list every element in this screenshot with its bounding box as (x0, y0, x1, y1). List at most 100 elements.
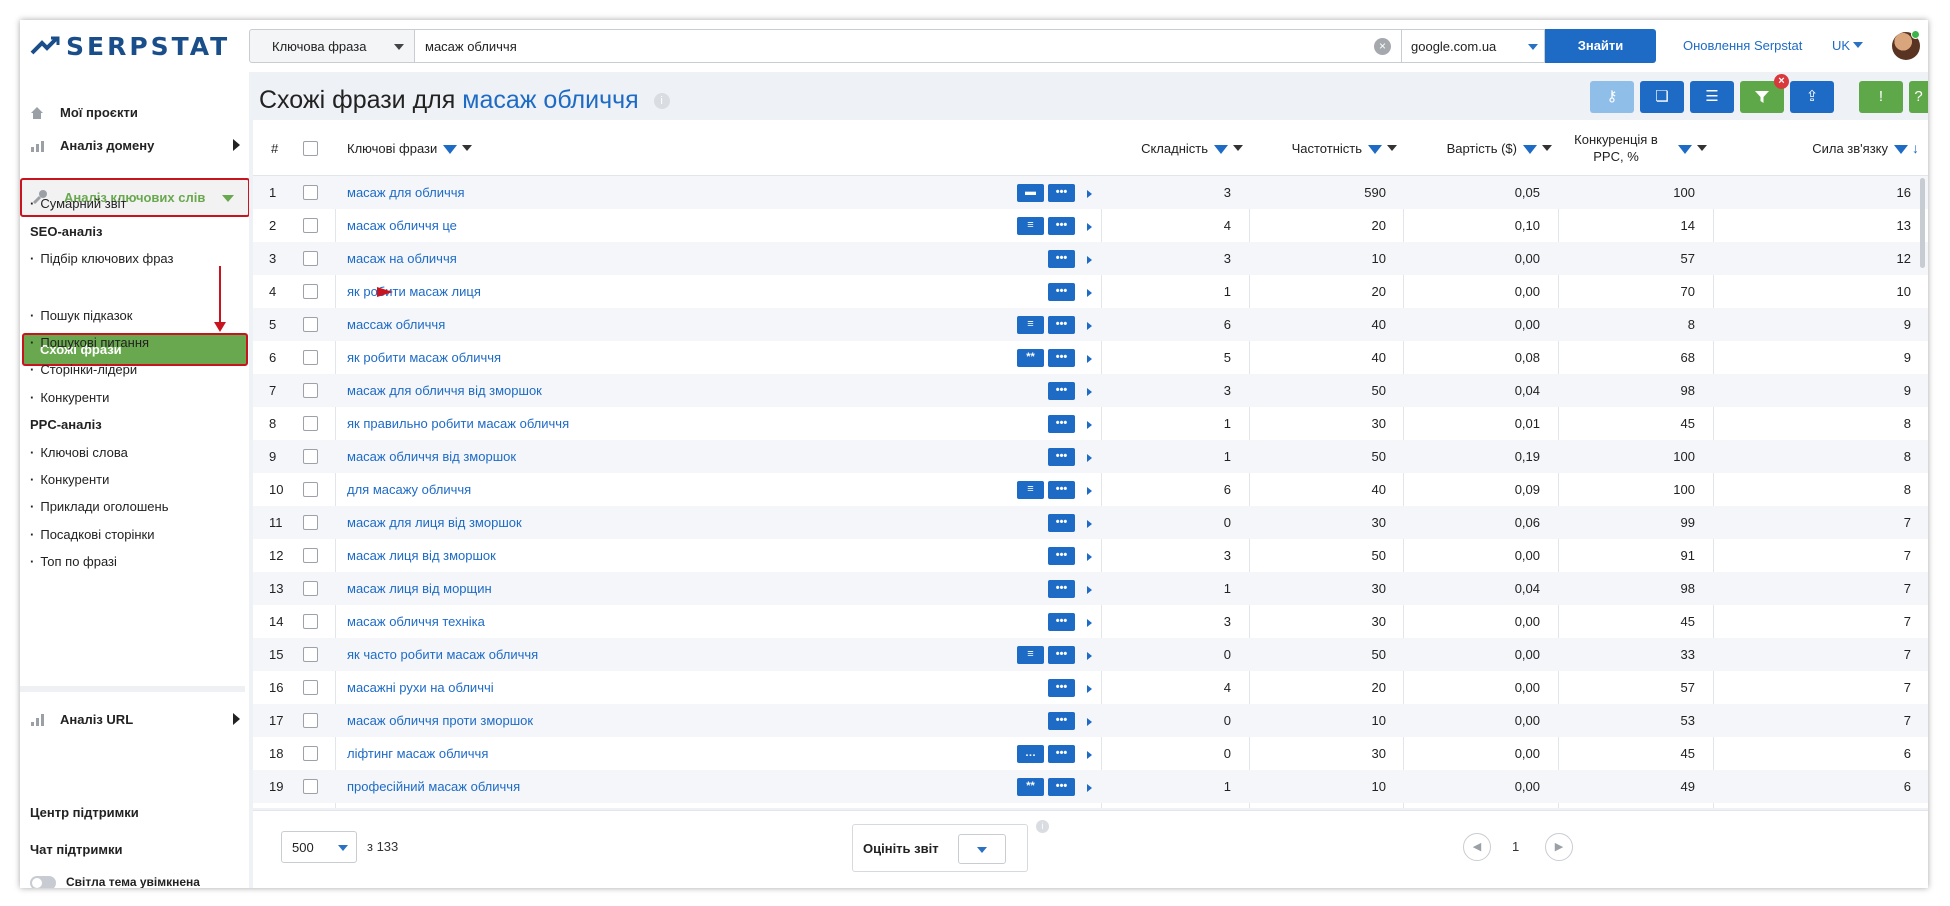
expand-arrow-icon[interactable] (1087, 256, 1092, 264)
expand-arrow-icon[interactable] (1087, 751, 1092, 759)
expand-arrow-icon[interactable] (1087, 421, 1092, 429)
more-dots-icon[interactable]: ••• (1048, 283, 1075, 301)
expand-arrow-icon[interactable] (1087, 784, 1092, 792)
more-dots-icon[interactable]: ••• (1048, 382, 1075, 400)
row-checkbox[interactable] (303, 647, 318, 662)
row-checkbox[interactable] (303, 713, 318, 728)
row-checkbox[interactable] (303, 548, 318, 563)
sidebar-item-ppc-keywords[interactable]: Ключові слова (30, 445, 127, 460)
expand-arrow-icon[interactable] (1087, 520, 1092, 528)
more-dots-icon[interactable]: ••• (1048, 448, 1075, 466)
expand-arrow-icon[interactable] (1087, 355, 1092, 363)
expand-arrow-icon[interactable] (1087, 454, 1092, 462)
per-page-select[interactable]: 500 (281, 831, 357, 863)
more-dots-icon[interactable]: ••• (1048, 613, 1075, 631)
filter-icon[interactable] (443, 144, 458, 154)
chat-bubble-icon[interactable]: … (1017, 745, 1044, 763)
more-dots-icon[interactable]: ••• (1048, 217, 1075, 235)
clear-icon[interactable]: × (1374, 38, 1391, 55)
expand-arrow-icon[interactable] (1087, 289, 1092, 297)
header-difficulty[interactable]: Складність (1101, 120, 1243, 176)
search-type-select[interactable]: Ключова фраза (249, 29, 415, 63)
row-checkbox[interactable] (303, 449, 318, 464)
more-dots-icon[interactable]: ••• (1048, 745, 1075, 763)
video-icon[interactable]: ▬ (1017, 184, 1044, 202)
sidebar-item-keyword-selection[interactable]: Підбір ключових фраз (30, 251, 173, 266)
current-page[interactable]: 1 (1512, 839, 1519, 854)
sidebar-item-url-analysis[interactable]: Аналіз URL (30, 712, 240, 727)
more-dots-icon[interactable]: ••• (1048, 349, 1075, 367)
row-checkbox[interactable] (303, 416, 318, 431)
keyword-link[interactable]: масаж обличчя техніка (347, 605, 485, 638)
stars-icon[interactable]: ** (1017, 349, 1044, 367)
theme-toggle[interactable] (30, 876, 56, 888)
sidebar-item-summary[interactable]: Сумарний звіт (30, 196, 126, 211)
support-center-link[interactable]: Центр підтримки (30, 805, 139, 820)
sort-caret-icon[interactable] (1542, 145, 1552, 151)
row-checkbox[interactable] (303, 251, 318, 266)
clear-filter-icon[interactable]: × (1774, 74, 1789, 89)
help-button[interactable]: ? (1909, 81, 1928, 113)
expand-arrow-icon[interactable] (1087, 586, 1092, 594)
expand-arrow-icon[interactable] (1087, 718, 1092, 726)
more-dots-icon[interactable]: ••• (1048, 250, 1075, 268)
more-dots-icon[interactable]: ••• (1048, 316, 1075, 334)
more-dots-icon[interactable]: ••• (1048, 580, 1075, 598)
filter-icon[interactable] (1368, 144, 1382, 154)
more-dots-icon[interactable]: ••• (1048, 481, 1075, 499)
sidebar-item-ppc-competitors[interactable]: Конкуренти (30, 472, 109, 487)
sidebar-item-search-suggestions[interactable]: Пошук підказок (30, 308, 132, 323)
keyword-link[interactable]: масаж для лиця від зморшок (347, 506, 522, 539)
row-checkbox[interactable] (303, 350, 318, 365)
keyword-link[interactable]: масаж обличчя це (347, 209, 457, 242)
row-checkbox[interactable] (303, 218, 318, 233)
more-dots-icon[interactable]: ••• (1048, 514, 1075, 532)
more-dots-icon[interactable]: ••• (1048, 547, 1075, 565)
keyword-list-button[interactable]: ⚷ (1590, 81, 1634, 113)
sort-caret-icon[interactable] (1387, 145, 1397, 151)
keyword-link[interactable]: як правильно робити масаж обличчя (347, 407, 569, 440)
text-lines-icon[interactable]: ≡ (1017, 316, 1044, 334)
sort-desc-icon[interactable]: ↓ (1912, 140, 1919, 156)
select-all-checkbox[interactable] (303, 140, 318, 156)
more-dots-icon[interactable]: ••• (1048, 778, 1075, 796)
filter-icon[interactable] (1523, 144, 1537, 154)
keyword-link[interactable]: як робити масаж лиця (347, 275, 481, 308)
search-engine-select[interactable]: google.com.ua (1402, 29, 1545, 63)
keyword-link[interactable]: як робити масаж обличчя (347, 341, 501, 374)
row-checkbox[interactable] (303, 383, 318, 398)
keyword-link[interactable]: ліфтинг масаж обличчя (347, 737, 488, 770)
keyword-link[interactable]: масаж лиця від морщин (347, 572, 492, 605)
prev-page-button[interactable]: ◀ (1463, 833, 1491, 861)
vertical-scrollbar[interactable] (1920, 178, 1925, 268)
row-checkbox[interactable] (303, 317, 318, 332)
info-icon[interactable]: i (1036, 820, 1049, 833)
keyword-link[interactable]: масаж для обличчя (347, 176, 465, 209)
more-dots-icon[interactable]: ••• (1048, 415, 1075, 433)
export-button[interactable]: ⇪ (1790, 81, 1834, 113)
expand-arrow-icon[interactable] (1087, 322, 1092, 330)
sort-caret-icon[interactable] (1233, 145, 1243, 151)
more-dots-icon[interactable]: ••• (1048, 712, 1075, 730)
sidebar-item-top-pages[interactable]: Сторінки-лідери (30, 362, 137, 377)
keyword-link[interactable]: для масажу обличчя (347, 473, 471, 506)
keyword-link[interactable]: масаж для обличчя від зморшок (347, 374, 542, 407)
sidebar-item-search-questions[interactable]: Пошукові питання (30, 335, 149, 350)
row-checkbox[interactable] (303, 581, 318, 596)
sort-caret-icon[interactable] (462, 145, 473, 151)
keyword-link[interactable]: як часто робити масаж обличчя (347, 638, 538, 671)
row-checkbox[interactable] (303, 515, 318, 530)
header-cost[interactable]: Вартість ($) (1403, 120, 1552, 176)
text-lines-icon[interactable]: ≡ (1017, 646, 1044, 664)
row-checkbox[interactable] (303, 680, 318, 695)
keyword-link[interactable]: професійний масаж обличчя (347, 770, 520, 803)
language-select[interactable]: UK (1832, 38, 1864, 53)
sidebar-item-top-by-phrase[interactable]: Топ по фразі (30, 554, 117, 569)
expand-arrow-icon[interactable] (1087, 652, 1092, 660)
search-button[interactable]: Знайти (1545, 29, 1656, 63)
sort-caret-icon[interactable] (1697, 145, 1707, 151)
row-checkbox[interactable] (303, 746, 318, 761)
keyword-link[interactable]: масаж обличчя від зморшок (347, 440, 516, 473)
updates-link[interactable]: Оновлення Serpstat (1683, 38, 1802, 53)
expand-arrow-icon[interactable] (1087, 553, 1092, 561)
